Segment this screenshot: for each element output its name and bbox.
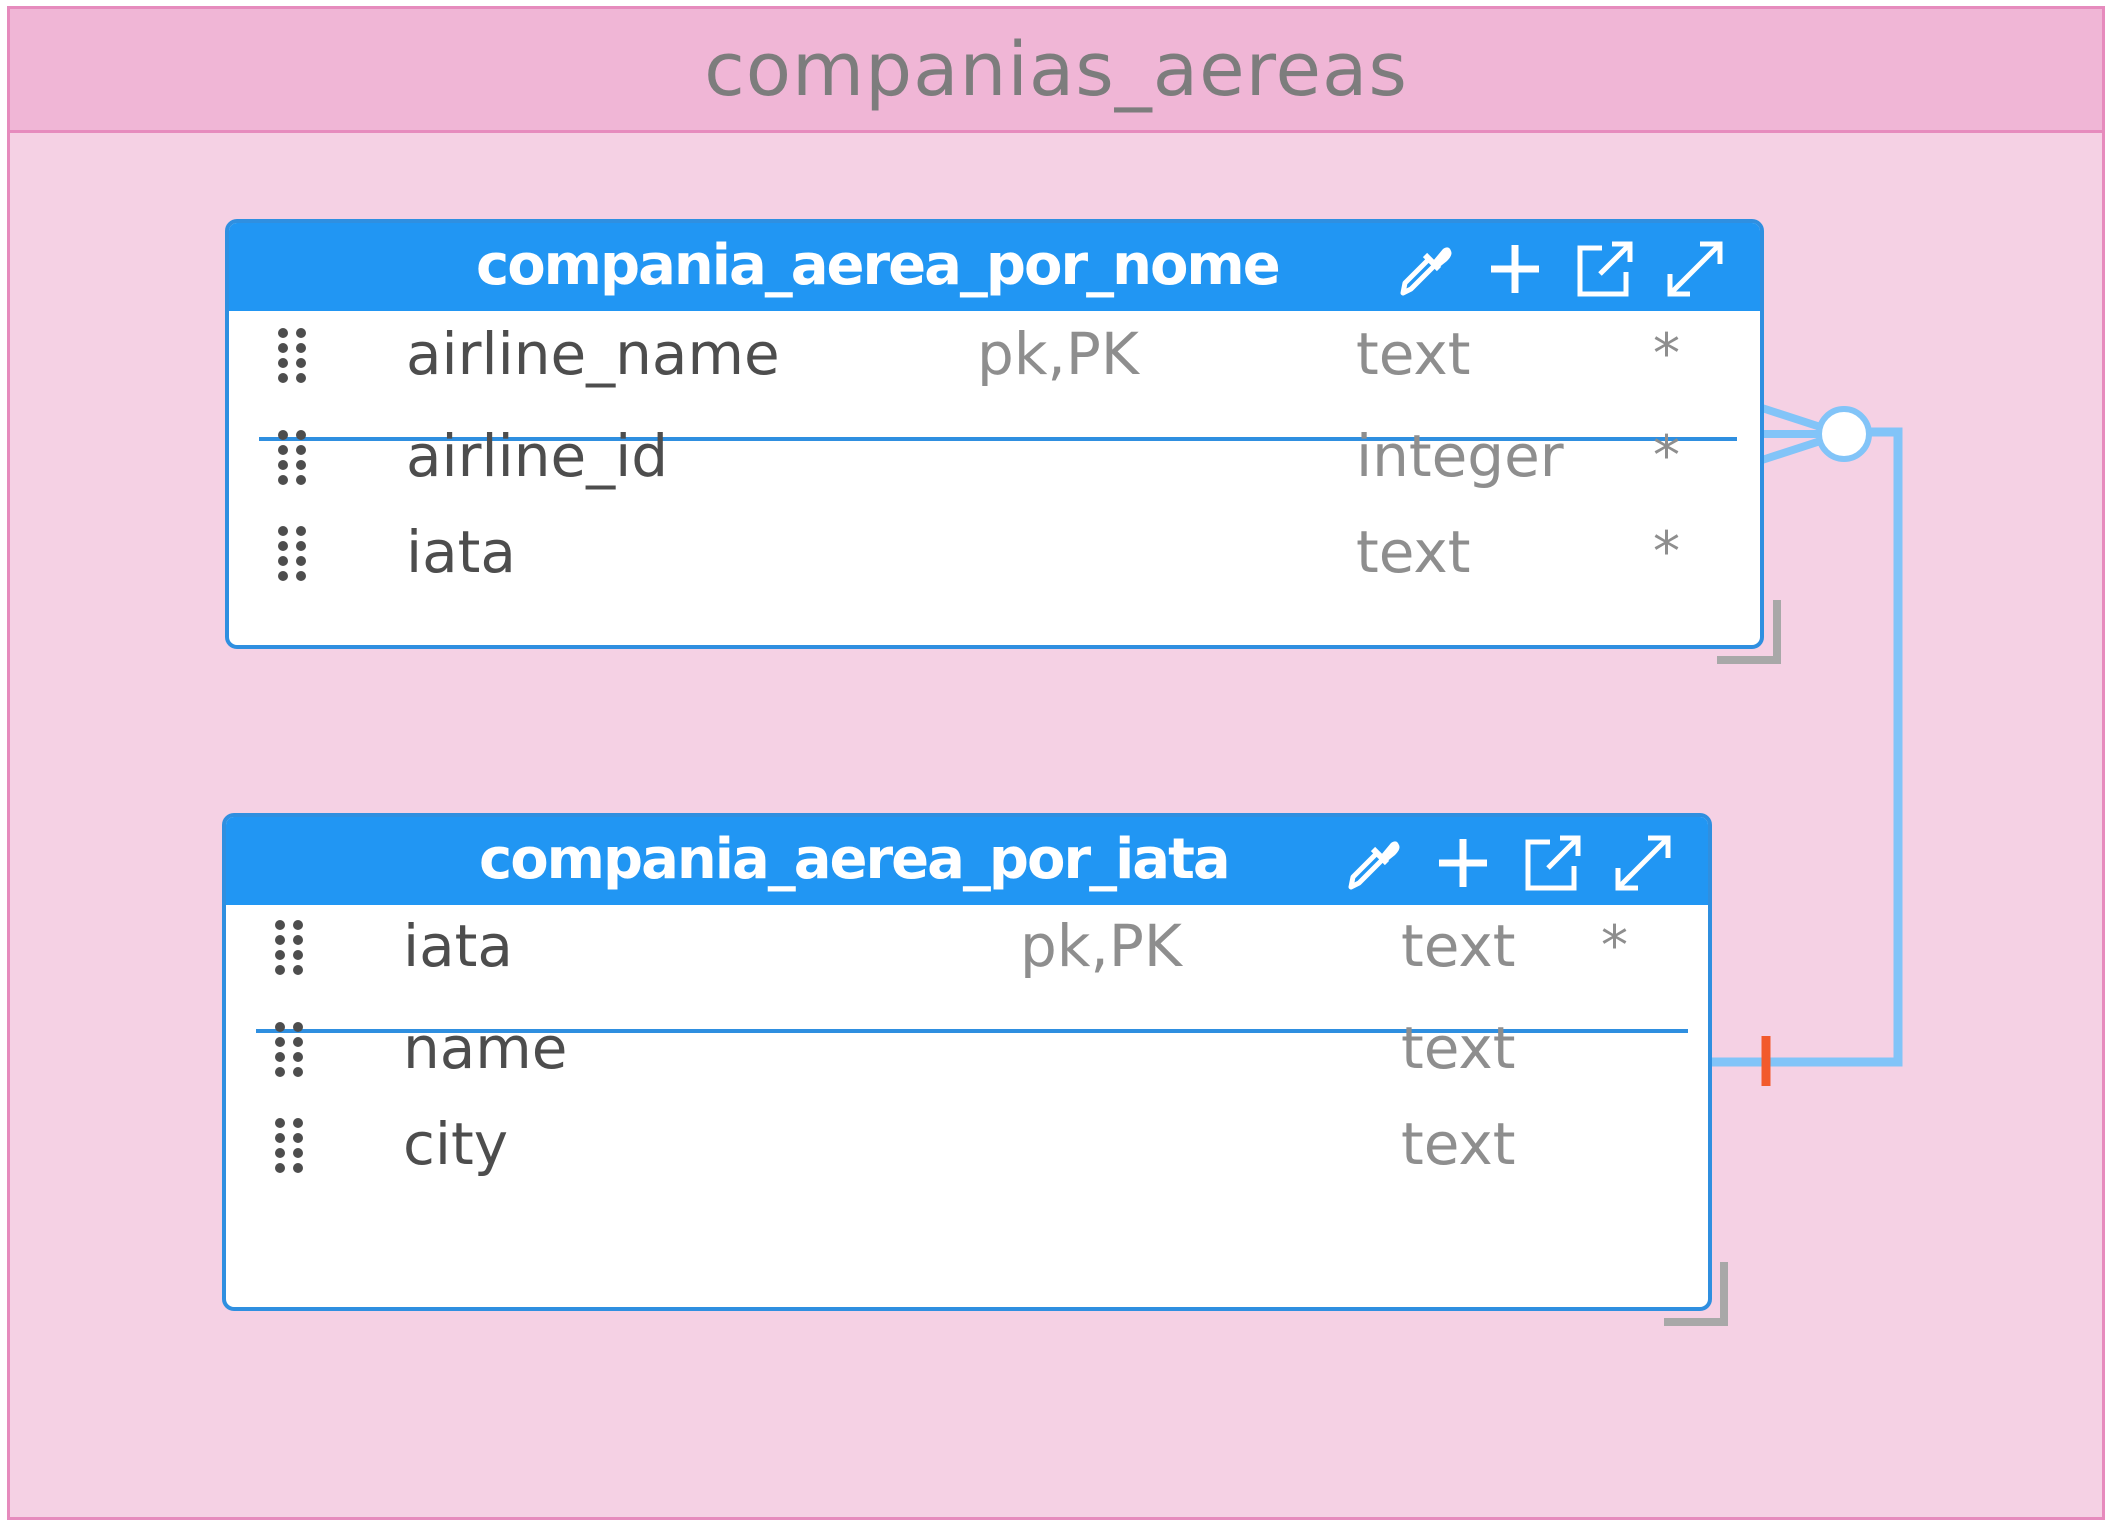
column-type: text bbox=[1356, 320, 1471, 388]
resize-handle-icon[interactable] bbox=[1664, 1262, 1734, 1332]
entity-header[interactable]: compania_aerea_por_iata bbox=[226, 817, 1708, 905]
expand-icon[interactable] bbox=[1611, 831, 1675, 895]
column-row[interactable]: iata pk,PK text * bbox=[226, 907, 1708, 987]
column-required-marker: * bbox=[1653, 520, 1680, 583]
plus-icon[interactable] bbox=[1483, 237, 1547, 301]
column-name: iata bbox=[406, 518, 516, 586]
external-link-icon[interactable] bbox=[1573, 237, 1637, 301]
column-row[interactable]: name text bbox=[226, 1009, 1708, 1089]
entity-toolbar bbox=[1341, 831, 1675, 895]
entity-toolbar bbox=[1393, 237, 1727, 301]
drag-handle-icon[interactable] bbox=[275, 427, 309, 487]
eyedropper-icon[interactable] bbox=[1341, 831, 1405, 895]
expand-icon[interactable] bbox=[1663, 237, 1727, 301]
subject-area-header[interactable]: companias_aereas bbox=[10, 9, 2102, 133]
column-name: iata bbox=[403, 912, 513, 980]
resize-handle-icon[interactable] bbox=[1717, 600, 1787, 670]
column-name: airline_name bbox=[406, 320, 780, 388]
drag-handle-icon[interactable] bbox=[272, 917, 306, 977]
column-name: name bbox=[403, 1014, 568, 1082]
entity-title: compania_aerea_por_nome bbox=[476, 233, 1281, 299]
drag-handle-icon[interactable] bbox=[275, 523, 309, 583]
entity-compania-aerea-por-nome[interactable]: compania_aerea_por_nome airline_name pk,… bbox=[225, 219, 1764, 649]
column-name: city bbox=[403, 1110, 509, 1178]
external-link-icon[interactable] bbox=[1521, 831, 1585, 895]
eyedropper-icon[interactable] bbox=[1393, 237, 1457, 301]
column-required-marker: * bbox=[1601, 914, 1628, 977]
column-row[interactable]: iata text * bbox=[229, 513, 1760, 593]
column-required-marker: * bbox=[1653, 322, 1680, 385]
entity-header[interactable]: compania_aerea_por_nome bbox=[229, 223, 1760, 311]
plus-icon[interactable] bbox=[1431, 831, 1495, 895]
entity-title: compania_aerea_por_iata bbox=[479, 827, 1231, 893]
column-type: text bbox=[1401, 1014, 1516, 1082]
column-required-marker: * bbox=[1653, 424, 1680, 487]
column-row[interactable]: airline_name pk,PK text * bbox=[229, 315, 1760, 395]
column-type: integer bbox=[1356, 422, 1564, 490]
column-type: text bbox=[1356, 518, 1471, 586]
column-type: text bbox=[1401, 1110, 1516, 1178]
column-type: text bbox=[1401, 912, 1516, 980]
drag-handle-icon[interactable] bbox=[272, 1019, 306, 1079]
column-key: pk,PK bbox=[1020, 912, 1182, 980]
drag-handle-icon[interactable] bbox=[272, 1115, 306, 1175]
column-key: pk,PK bbox=[977, 320, 1139, 388]
column-row[interactable]: airline_id integer * bbox=[229, 417, 1760, 497]
subject-area-title: companias_aereas bbox=[704, 26, 1408, 113]
entity-compania-aerea-por-iata[interactable]: compania_aerea_por_iata iata pk,PK text … bbox=[222, 813, 1712, 1311]
column-name: airline_id bbox=[406, 422, 669, 490]
drag-handle-icon[interactable] bbox=[275, 325, 309, 385]
column-row[interactable]: city text bbox=[226, 1105, 1708, 1185]
